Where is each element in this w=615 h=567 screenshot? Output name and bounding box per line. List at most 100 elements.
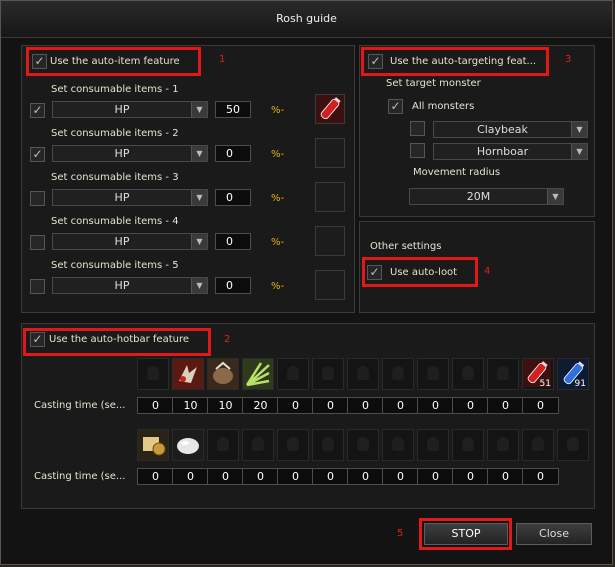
consumable-item-slot[interactable] bbox=[315, 94, 345, 124]
hotbar-slot-blue-potion-icon[interactable]: 91 bbox=[557, 358, 589, 390]
hotbar-slot-stone-skill-icon[interactable] bbox=[207, 358, 239, 390]
monster-1-select[interactable]: Claybeak ▼ bbox=[433, 121, 588, 138]
casting-time-input[interactable]: 0 bbox=[452, 468, 489, 485]
consumable-row-label: Set consumable items - 4 bbox=[51, 216, 179, 227]
consumable-row-checkbox[interactable] bbox=[30, 279, 45, 294]
consumable-type-select[interactable]: HP ▼ bbox=[52, 145, 208, 162]
hotbar-slot-claw-skill-icon[interactable] bbox=[172, 358, 204, 390]
chevron-down-icon[interactable]: ▼ bbox=[191, 102, 207, 117]
consumable-row-checkbox[interactable]: ✓ bbox=[30, 103, 45, 118]
casting-time-input[interactable]: 0 bbox=[452, 397, 489, 414]
consumable-threshold-input[interactable]: 0 bbox=[215, 233, 251, 250]
consumable-row-checkbox[interactable] bbox=[30, 191, 45, 206]
hotbar-slot-empty[interactable] bbox=[277, 358, 309, 390]
stone-skill-icon bbox=[208, 359, 238, 389]
hotbar-slot-empty[interactable] bbox=[207, 429, 239, 461]
consumable-row-checkbox[interactable]: ✓ bbox=[30, 147, 45, 162]
monster-2-checkbox[interactable] bbox=[410, 143, 425, 158]
casting-time-input[interactable]: 0 bbox=[242, 468, 279, 485]
casting-time-input[interactable]: 0 bbox=[522, 468, 559, 485]
close-button[interactable]: Close bbox=[516, 523, 592, 545]
hotbar-slot-scroll-icon[interactable] bbox=[137, 429, 169, 461]
hotbar-slot-empty[interactable] bbox=[452, 358, 484, 390]
hotbar-slot-empty[interactable] bbox=[347, 429, 379, 461]
hotbar-slot-empty[interactable] bbox=[417, 358, 449, 390]
casting-time-input[interactable]: 0 bbox=[277, 468, 314, 485]
fan-skill-icon bbox=[243, 359, 273, 389]
casting-time-input[interactable]: 0 bbox=[172, 468, 209, 485]
hotbar-slot-empty[interactable] bbox=[347, 358, 379, 390]
hotbar-slot-empty[interactable] bbox=[557, 429, 589, 461]
casting-time-input[interactable]: 0 bbox=[207, 468, 244, 485]
casting-time-input[interactable]: 0 bbox=[347, 397, 384, 414]
hotbar-slot-empty[interactable] bbox=[522, 429, 554, 461]
consumable-threshold-input[interactable]: 0 bbox=[215, 277, 251, 294]
casting-time-input[interactable]: 0 bbox=[382, 468, 419, 485]
auto-loot-highlight bbox=[362, 257, 478, 287]
movement-radius-label: Movement radius bbox=[413, 167, 501, 178]
monster-2-select[interactable]: Hornboar ▼ bbox=[433, 143, 588, 160]
hotbar-slot-empty[interactable] bbox=[277, 429, 309, 461]
red-potion-icon bbox=[316, 95, 344, 123]
casting-time-input[interactable]: 0 bbox=[382, 397, 419, 414]
casting-time-input[interactable]: 0 bbox=[312, 468, 349, 485]
auto-targeting-highlight bbox=[361, 47, 549, 76]
consumable-type-select[interactable]: HP ▼ bbox=[52, 277, 208, 294]
casting-time-input[interactable]: 0 bbox=[312, 397, 349, 414]
hotbar-slot-empty[interactable] bbox=[452, 429, 484, 461]
hotbar-slot-empty[interactable] bbox=[382, 429, 414, 461]
hotbar-slot-empty[interactable] bbox=[137, 358, 169, 390]
consumable-type-select[interactable]: HP ▼ bbox=[52, 189, 208, 206]
consumable-threshold-input[interactable]: 50 bbox=[215, 101, 251, 118]
consumable-item-slot[interactable] bbox=[315, 182, 345, 212]
other-settings-label: Other settings bbox=[370, 241, 442, 252]
chevron-down-icon[interactable]: ▼ bbox=[191, 190, 207, 205]
consumable-row-checkbox[interactable] bbox=[30, 235, 45, 250]
consumable-threshold-input[interactable]: 0 bbox=[215, 145, 251, 162]
chevron-down-icon[interactable]: ▼ bbox=[547, 189, 563, 204]
casting-time-input[interactable]: 0 bbox=[522, 397, 559, 414]
casting-time-input[interactable]: 0 bbox=[417, 468, 454, 485]
chevron-down-icon[interactable]: ▼ bbox=[571, 144, 587, 159]
consumable-type-select[interactable]: HP ▼ bbox=[52, 233, 208, 250]
consumable-item-slot[interactable] bbox=[315, 226, 345, 256]
casting-time-input[interactable]: 0 bbox=[487, 468, 524, 485]
chevron-down-icon[interactable]: ▼ bbox=[191, 146, 207, 161]
hotbar-slot-empty[interactable] bbox=[487, 429, 519, 461]
marker-5: 5 bbox=[397, 528, 404, 539]
casting-time-input[interactable]: 0 bbox=[417, 397, 454, 414]
casting-time-input[interactable]: 0 bbox=[347, 468, 384, 485]
empty-slot-icon bbox=[392, 366, 404, 380]
claw-skill-icon bbox=[173, 359, 203, 389]
chevron-down-icon[interactable]: ▼ bbox=[571, 122, 587, 137]
chevron-down-icon[interactable]: ▼ bbox=[191, 234, 207, 249]
monster-1-checkbox[interactable] bbox=[410, 121, 425, 136]
hotbar-slot-empty[interactable] bbox=[312, 358, 344, 390]
empty-slot-icon bbox=[567, 437, 579, 451]
hotbar-slot-empty[interactable] bbox=[242, 429, 274, 461]
hotbar-slot-empty[interactable] bbox=[382, 358, 414, 390]
movement-radius-select[interactable]: 20M ▼ bbox=[409, 188, 564, 205]
item-count: 51 bbox=[539, 379, 551, 389]
hotbar-slot-empty[interactable] bbox=[417, 429, 449, 461]
hotbar-slot-fan-skill-icon[interactable] bbox=[242, 358, 274, 390]
hotbar-slot-empty[interactable] bbox=[312, 429, 344, 461]
consumable-item-slot[interactable] bbox=[315, 138, 345, 168]
hotbar-slot-white-orb-icon[interactable] bbox=[172, 429, 204, 461]
chevron-down-icon[interactable]: ▼ bbox=[191, 278, 207, 293]
consumable-item-slot[interactable] bbox=[315, 270, 345, 300]
hotbar-slot-empty[interactable] bbox=[487, 358, 519, 390]
consumable-type-select[interactable]: HP ▼ bbox=[52, 101, 208, 118]
all-monsters-checkbox[interactable]: ✓ bbox=[388, 99, 403, 114]
casting-time-input[interactable]: 0 bbox=[137, 468, 174, 485]
casting-time-input[interactable]: 10 bbox=[172, 397, 209, 414]
casting-time-input[interactable]: 20 bbox=[242, 397, 279, 414]
stop-highlight bbox=[419, 518, 512, 550]
consumable-row-label: Set consumable items - 1 bbox=[51, 84, 179, 95]
casting-time-input[interactable]: 0 bbox=[137, 397, 174, 414]
casting-time-input[interactable]: 0 bbox=[487, 397, 524, 414]
hotbar-slot-red-potion-icon[interactable]: 51 bbox=[522, 358, 554, 390]
consumable-threshold-input[interactable]: 0 bbox=[215, 189, 251, 206]
casting-time-input[interactable]: 0 bbox=[277, 397, 314, 414]
casting-time-input[interactable]: 10 bbox=[207, 397, 244, 414]
